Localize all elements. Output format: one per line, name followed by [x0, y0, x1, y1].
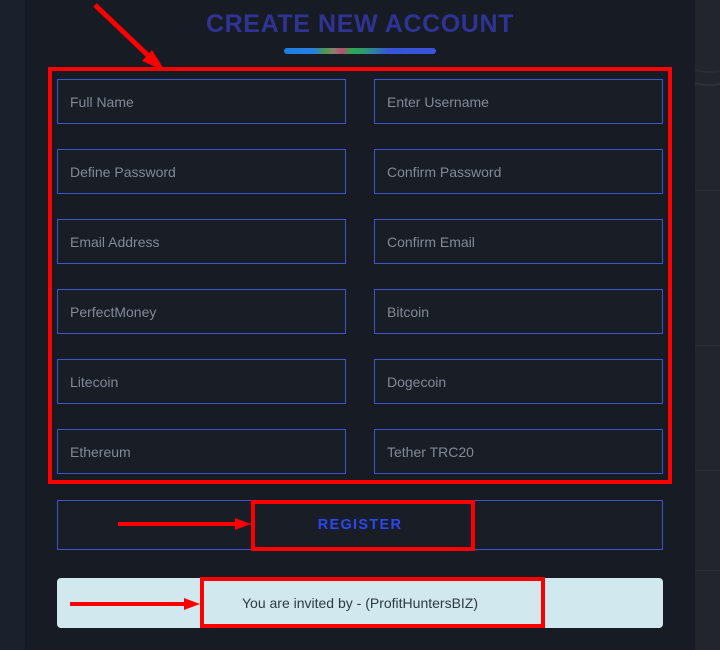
email-address-input[interactable]: [57, 219, 346, 264]
username-input[interactable]: [374, 79, 663, 124]
registration-form: [57, 79, 663, 474]
invite-banner: You are invited by - (ProfitHuntersBIZ): [57, 578, 663, 628]
background-arc-inner: [695, 0, 720, 73]
litecoin-input[interactable]: [57, 359, 346, 404]
title-underline-gradient: [284, 48, 436, 54]
bitcoin-input[interactable]: [374, 289, 663, 334]
background-seam: [695, 190, 720, 191]
background-seam: [695, 345, 720, 346]
invite-banner-text: You are invited by - (ProfitHuntersBIZ): [241, 595, 479, 611]
background-left-strip: [0, 0, 25, 650]
register-button[interactable]: REGISTER: [57, 500, 663, 550]
background-seam: [695, 470, 720, 471]
define-password-input[interactable]: [57, 149, 346, 194]
page-header: CREATE NEW ACCOUNT: [25, 0, 695, 54]
dogecoin-input[interactable]: [374, 359, 663, 404]
confirm-password-input[interactable]: [374, 149, 663, 194]
page-title: CREATE NEW ACCOUNT: [205, 10, 514, 38]
full-name-input[interactable]: [57, 79, 346, 124]
confirm-email-input[interactable]: [374, 219, 663, 264]
background-right-panel: [695, 0, 720, 650]
registration-page: CREATE NEW ACCOUNT REGISTER You are invi…: [0, 0, 720, 650]
background-seam: [695, 570, 720, 571]
tether-trc20-input[interactable]: [374, 429, 663, 474]
ethereum-input[interactable]: [57, 429, 346, 474]
perfectmoney-input[interactable]: [57, 289, 346, 334]
